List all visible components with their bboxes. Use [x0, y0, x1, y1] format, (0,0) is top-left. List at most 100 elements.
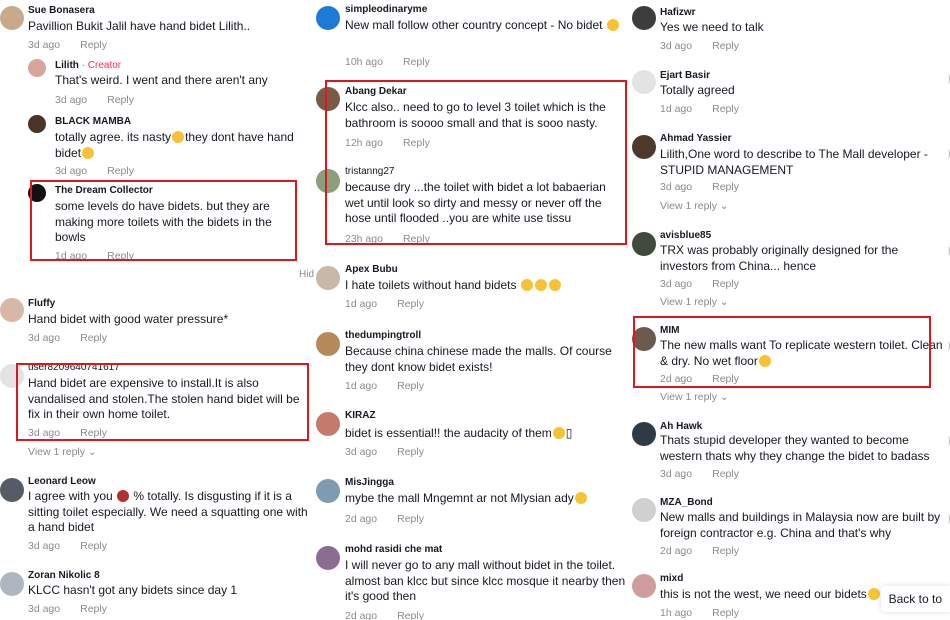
reply-button[interactable]: Reply — [712, 545, 739, 557]
reply-button[interactable]: Reply — [80, 603, 107, 615]
avatar[interactable] — [0, 364, 24, 388]
reply-button[interactable]: Reply — [712, 373, 739, 385]
avatar[interactable] — [632, 232, 656, 256]
comment-text: some levels do have bidets. but they are… — [55, 199, 272, 244]
reply-button[interactable]: Reply — [712, 607, 739, 619]
more-options-icon[interactable] — [946, 246, 950, 256]
commenter-name[interactable]: thedumpingtroll — [345, 330, 421, 341]
reply-button[interactable]: Reply — [397, 380, 424, 392]
commenter-name[interactable]: Ah Hawk — [660, 421, 702, 432]
avatar[interactable] — [316, 412, 340, 436]
reply-button[interactable]: Reply — [403, 56, 430, 68]
reply-button[interactable]: Reply — [403, 137, 430, 149]
reply-button[interactable]: Reply — [80, 39, 107, 51]
reply-button[interactable]: Reply — [80, 540, 107, 552]
reply-button[interactable]: Reply — [712, 181, 739, 193]
reply-button[interactable]: Reply — [397, 610, 424, 620]
avatar[interactable] — [316, 266, 340, 290]
view-replies-button[interactable]: View 1 reply ⌄ — [660, 296, 729, 308]
commenter-name[interactable]: Ejart Basir — [660, 70, 710, 81]
avatar[interactable] — [316, 546, 340, 570]
commenter-name[interactable]: Sue Bonasera — [28, 5, 95, 16]
avatar[interactable] — [28, 59, 46, 77]
reply-button[interactable]: Reply — [80, 427, 107, 439]
avatar[interactable] — [632, 327, 656, 351]
more-options-icon[interactable] — [946, 74, 950, 84]
commenter-name[interactable]: The Dream Collector — [55, 185, 153, 196]
avatar[interactable] — [632, 498, 656, 522]
reply-button[interactable]: Reply — [107, 165, 134, 177]
more-options-icon[interactable] — [946, 149, 950, 159]
hide-replies-button[interactable]: Hid — [299, 269, 314, 280]
more-options-icon[interactable] — [946, 436, 950, 446]
view-replies-button[interactable]: View 1 reply ⌄ — [660, 391, 729, 403]
commenter-name[interactable]: Fluffy — [28, 298, 55, 309]
view-replies-button[interactable]: View 1 reply ⌄ — [660, 200, 729, 212]
comment-age: 3d ago — [28, 603, 61, 615]
comment: MisJingga mybe the mall Mngemnt ar not M… — [314, 473, 630, 531]
avatar[interactable] — [316, 169, 340, 193]
commenter-name[interactable]: MIM — [660, 325, 679, 336]
commenter-name[interactable]: MZA_Bond — [660, 497, 713, 508]
reply-button[interactable]: Reply — [397, 513, 424, 525]
comment: Ejart Basir Totally agreed 1d ago Reply — [630, 66, 950, 118]
avatar[interactable] — [316, 6, 340, 30]
comment: Ah Hawk Thats stupid developer they want… — [630, 418, 950, 486]
reply-button[interactable]: Reply — [403, 233, 430, 245]
avatar[interactable] — [632, 135, 656, 159]
reply-button[interactable]: Reply — [397, 298, 424, 310]
comment-age: 2d ago — [345, 513, 378, 525]
commenter-name[interactable]: Abang Dekar — [345, 86, 407, 97]
comment-meta: 3d ago Reply — [660, 468, 739, 480]
reply-button[interactable]: Reply — [107, 94, 134, 106]
avatar[interactable] — [316, 479, 340, 503]
reply-button[interactable]: Reply — [80, 332, 107, 344]
view-replies-button[interactable]: View 1 reply ⌄ — [28, 446, 97, 458]
comment-meta: 3d ago Reply — [28, 332, 107, 344]
avatar[interactable] — [316, 332, 340, 356]
reply-button[interactable]: Reply — [712, 40, 739, 52]
avatar[interactable] — [0, 298, 24, 322]
reply-button[interactable]: Reply — [712, 103, 739, 115]
reply: BLACK MAMBA totally agree. its nasty they… — [0, 112, 312, 178]
comment: mohd rasidi che mat I will never go to a… — [314, 540, 630, 620]
commenter-name[interactable]: MisJingga — [345, 477, 394, 488]
avatar[interactable] — [632, 6, 656, 30]
avatar[interactable] — [0, 572, 24, 596]
reply-button[interactable]: Reply — [397, 446, 424, 458]
avatar[interactable] — [632, 422, 656, 446]
commenter-name[interactable]: mohd rasidi che mat — [345, 544, 442, 555]
hundred-emoji-icon — [117, 490, 130, 502]
commenter-name[interactable]: avisblue85 — [660, 230, 711, 241]
reply-button[interactable]: Reply — [712, 278, 739, 290]
commenter-name[interactable]: Leonard Leow — [28, 476, 96, 487]
comment-meta: 1d ago Reply — [55, 250, 134, 262]
avatar[interactable] — [316, 87, 340, 111]
commenter-name[interactable]: simpleodinaryme — [345, 4, 427, 15]
reply-button[interactable]: Reply — [712, 468, 739, 480]
avatar[interactable] — [28, 184, 46, 202]
commenter-name[interactable]: Ahmad Yassier — [660, 133, 732, 144]
crying-emoji-icon — [520, 279, 533, 291]
commenter-name[interactable]: Zoran Nikolic 8 — [28, 570, 100, 581]
avatar[interactable] — [28, 115, 46, 133]
more-options-icon[interactable] — [946, 514, 950, 524]
commenter-name[interactable]: mixd — [660, 573, 683, 584]
avatar[interactable] — [632, 574, 656, 598]
avatar[interactable] — [632, 70, 656, 94]
commenter-name[interactable]: tristanng27 — [345, 166, 394, 177]
commenter-name[interactable]: user8209640741617 — [28, 362, 120, 373]
commenter-name[interactable]: Lilith · Creator — [55, 60, 121, 71]
more-options-icon[interactable] — [946, 341, 950, 351]
comment-meta: 3d ago Reply — [28, 39, 107, 51]
avatar[interactable] — [0, 6, 24, 30]
avatar[interactable] — [0, 478, 24, 502]
comment-meta: 3d ago Reply — [28, 540, 107, 552]
back-to-top-button[interactable]: Back to to — [880, 586, 950, 612]
commenter-name[interactable]: KIRAZ — [345, 410, 376, 421]
commenter-name[interactable]: Hafizwr — [660, 7, 696, 18]
comment-text: I agree with you % totally. Is disgustin… — [28, 489, 308, 534]
commenter-name[interactable]: Apex Bubu — [345, 264, 398, 275]
reply-button[interactable]: Reply — [107, 250, 134, 262]
commenter-name[interactable]: BLACK MAMBA — [55, 116, 131, 127]
